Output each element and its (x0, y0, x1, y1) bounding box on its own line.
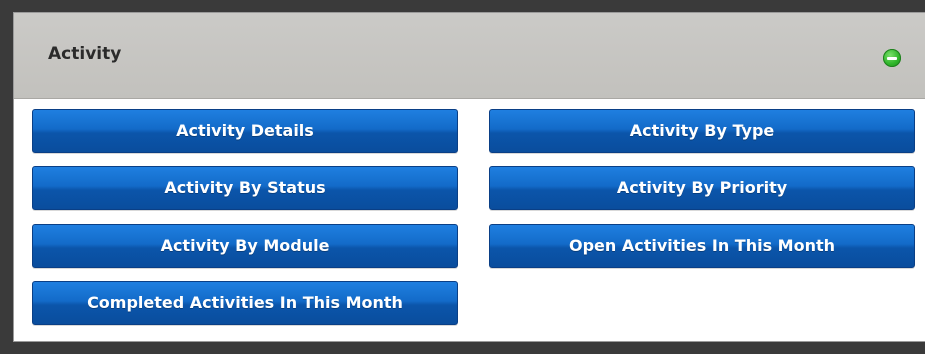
panel-header: Activity (14, 13, 925, 99)
activity-by-priority-button[interactable]: Activity By Priority (489, 166, 915, 210)
activity-by-module-button[interactable]: Activity By Module (32, 224, 458, 268)
activity-by-type-button[interactable]: Activity By Type (489, 109, 915, 153)
completed-activities-this-month-button[interactable]: Completed Activities In This Month (32, 281, 458, 325)
activity-details-button[interactable]: Activity Details (32, 109, 458, 153)
panel-title: Activity (48, 44, 122, 64)
minus-circle-icon[interactable] (883, 49, 901, 67)
activity-panel: Activity Activity Details Activity By Ty… (13, 12, 925, 342)
activity-by-status-button[interactable]: Activity By Status (32, 166, 458, 210)
open-activities-this-month-button[interactable]: Open Activities In This Month (489, 224, 915, 268)
